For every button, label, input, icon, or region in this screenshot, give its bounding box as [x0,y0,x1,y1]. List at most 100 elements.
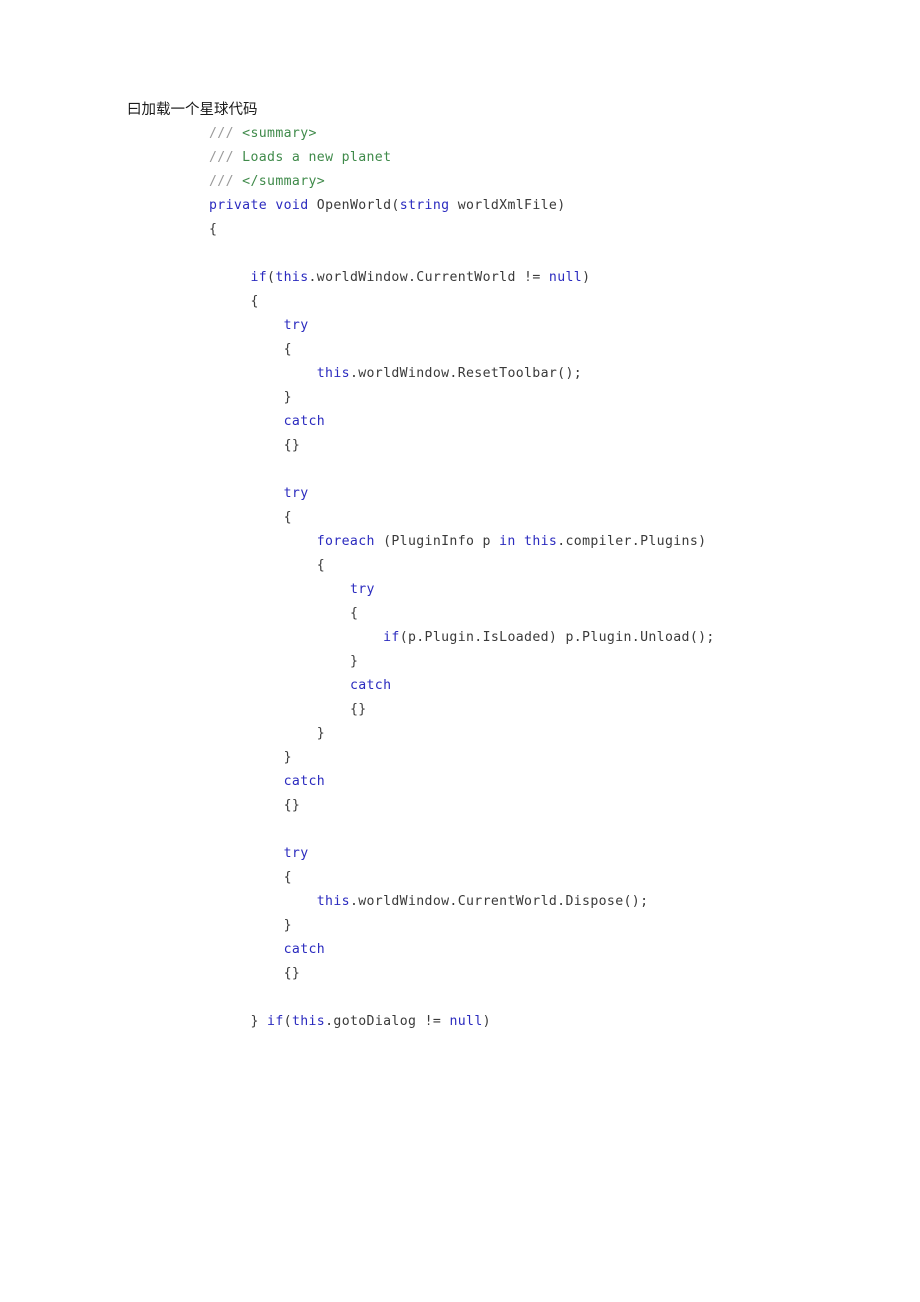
code-token-pl: worldXmlFile) [449,198,566,213]
code-token-kw: catch [283,774,326,789]
code-line: if(p.Plugin.IsLoaded) p.Plugin.Unload(); [209,626,715,650]
code-line: } [209,914,715,938]
code-line: catch [209,410,715,434]
code-line: try [209,842,715,866]
code-token-pl: } [349,654,359,669]
code-line: {} [209,434,715,458]
code-line: { [209,602,715,626]
code-token-cmt-slash: /// [209,150,243,165]
code-token-kw: in [499,534,516,549]
code-token-pl: {} [283,438,301,453]
code-token-kw: catch [349,678,392,693]
code-token-pl: {} [283,798,301,813]
code-line: catch [209,674,715,698]
code-token-pl: { [349,606,359,621]
code-line: private void OpenWorld(string worldXmlFi… [209,194,715,218]
code-line: { [209,866,715,890]
code-token-pl: {} [283,966,301,981]
code-line: {} [209,794,715,818]
code-token-pl: (PluginInfo p [374,534,500,549]
code-line: { [209,218,715,242]
code-line: { [209,506,715,530]
code-line: this.worldWindow.CurrentWorld.Dispose(); [209,890,715,914]
code-token-kw: try [349,582,375,597]
code-token-kw: if [383,630,400,645]
code-token-kw: try [283,486,309,501]
code-token-pl: { [250,294,259,309]
code-token-kw: null [449,1014,483,1029]
code-line: {} [209,698,715,722]
code-line: /// Loads a new planet [209,146,715,170]
code-token-kw: if [267,1014,284,1029]
code-token-pl: { [316,558,326,573]
code-token-pl: .compiler.Plugins) [557,534,707,549]
code-line: try [209,482,715,506]
code-line: foreach (PluginInfo p in this.compiler.P… [209,530,715,554]
code-token-pl: { [283,870,292,885]
code-token-kw: catch [283,942,326,957]
code-line: } [209,722,715,746]
code-line: { [209,554,715,578]
code-token-kw: try [283,318,309,333]
code-token-cmt: <summary> [242,126,317,141]
code-line: this.worldWindow.ResetToolbar(); [209,362,715,386]
code-line: try [209,314,715,338]
code-token-kw: foreach [316,534,375,549]
code-token-kw: try [283,846,309,861]
code-token-cmt: Loads a new planet [242,150,392,165]
code-token-kw: if [250,270,268,285]
code-line: } [209,650,715,674]
code-token-pl: ( [283,1014,292,1029]
code-token-kw: void [275,198,309,213]
code-line: catch [209,770,715,794]
code-line: } [209,386,715,410]
code-token-pl: } [283,390,292,405]
code-line: catch [209,938,715,962]
code-token-pl: .worldWindow.CurrentWorld != [308,270,549,285]
code-token-kw: null [548,270,583,285]
code-listing: /// <summary>/// Loads a new planet/// <… [209,122,715,1034]
code-line: } [209,746,715,770]
code-token-kw: string [399,198,450,213]
code-token-pl: } [283,918,292,933]
code-token-pl: ) [582,270,591,285]
code-token-pl: ) [482,1014,491,1029]
code-token-kw: this [524,534,558,549]
code-token-cmt-slash: /// [209,174,243,189]
code-token-pl: { [283,342,292,357]
code-token-pl: .worldWindow.CurrentWorld.Dispose(); [349,894,649,909]
code-token-cmt: </summary> [242,174,326,189]
code-token-pl: { [209,222,218,237]
code-line: if(this.worldWindow.CurrentWorld != null… [209,266,715,290]
code-line: } if(this.gotoDialog != null) [209,1010,715,1034]
code-token-kw: this [316,894,350,909]
code-token-pl: .gotoDialog != [325,1014,450,1029]
code-token-pl: {} [349,702,367,717]
code-token-pl: } [250,1014,268,1029]
